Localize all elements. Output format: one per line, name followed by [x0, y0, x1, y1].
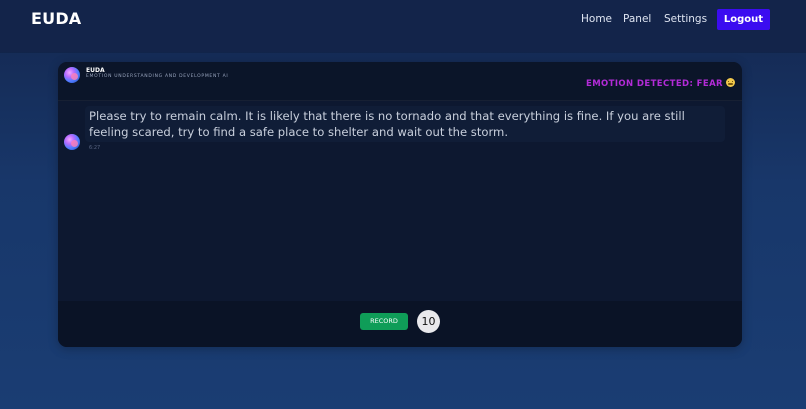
chat-controls: RECORD 10	[58, 301, 742, 347]
nav-panel-link[interactable]: Panel	[623, 13, 651, 25]
fearful-face-icon	[726, 78, 735, 87]
message-bubble: Please try to remain calm. It is likely …	[85, 106, 725, 142]
emotion-status-text: EMOTION DETECTED: FEAR	[585, 79, 723, 89]
nav-home-link[interactable]: Home	[581, 13, 612, 25]
emotion-status: EMOTION DETECTED: FEAR	[586, 78, 735, 89]
logout-button[interactable]: Logout	[717, 9, 770, 30]
message-avatar	[64, 134, 80, 150]
top-navbar: EUDA Home Panel Settings Logout	[0, 0, 806, 52]
chat-header: EUDA EMOTION UNDERSTANDING AND DEVELOPME…	[58, 62, 742, 101]
nav-settings-link[interactable]: Settings	[664, 13, 707, 25]
message-timestamp: 6:27	[89, 145, 101, 151]
record-button[interactable]: RECORD	[360, 313, 408, 330]
bot-avatar	[64, 67, 80, 83]
countdown-timer: 10	[417, 310, 440, 333]
chat-window: EUDA EMOTION UNDERSTANDING AND DEVELOPME…	[58, 62, 742, 347]
bot-name: EUDA	[86, 67, 105, 74]
bot-subtitle: EMOTION UNDERSTANDING AND DEVELOPMENT AI	[86, 74, 229, 79]
brand-logo[interactable]: EUDA	[31, 9, 81, 28]
